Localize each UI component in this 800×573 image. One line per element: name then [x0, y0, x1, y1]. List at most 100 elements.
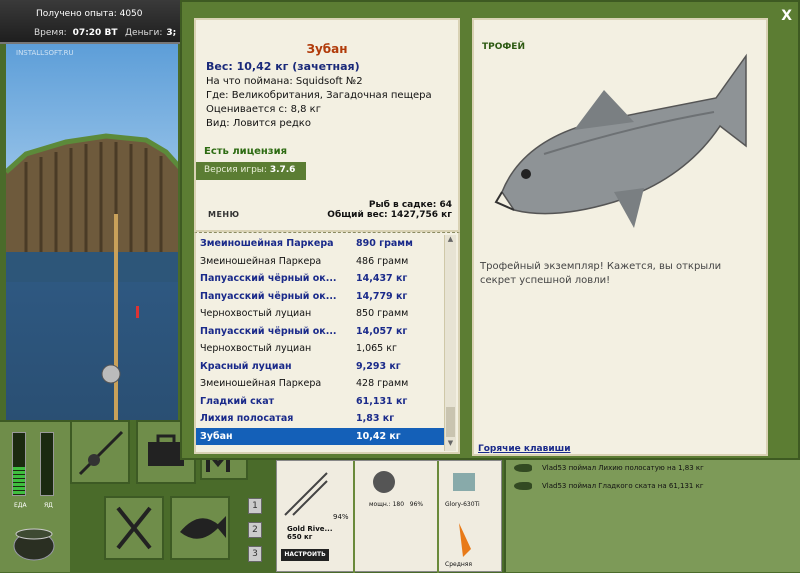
catch-list[interactable]: Змеиношейная Паркера 890 грамм Змеиношейна…	[196, 235, 446, 445]
catch-fish-name: Чернохвостый луциан	[200, 343, 312, 355]
food-slot[interactable]	[104, 496, 164, 560]
line-name: Glory-630Ti	[445, 501, 480, 508]
fish-icon	[514, 464, 532, 472]
catch-fish-name: Змеиношейная Паркера	[200, 378, 322, 390]
catch-list-row[interactable]: Красный луциан 9,293 кг	[196, 358, 446, 376]
rod-name-text: Gold Rive...	[287, 525, 333, 533]
poison-label: ЯД	[44, 502, 53, 509]
catch-list-row[interactable]: Змеиношейная Паркера 486 грамм	[196, 253, 446, 271]
scroll-up-icon[interactable]: ▲	[446, 235, 455, 243]
chat-message: Vlad53 поймал Гладкого ската на 61,131 к…	[514, 482, 704, 490]
catch-fish-name: Лихия полосатая	[200, 413, 294, 425]
catch-fish-weight: 14,779 кг	[356, 290, 408, 302]
reel-durability: 96%	[409, 501, 424, 508]
catch-fish-name: Гладкий скат	[200, 395, 275, 407]
location-text: Где: Великобритания, Загадочная пещера	[206, 90, 432, 101]
catch-list-row[interactable]: Гладкий скат 61,131 кг	[196, 393, 446, 411]
chat-message-text: Vlad53 поймал Лихию полосатую на 1,83 кг	[542, 464, 704, 472]
close-button[interactable]: X	[781, 8, 792, 24]
food-label: ЕДА	[14, 502, 27, 509]
reel-icon[interactable]	[369, 467, 399, 497]
reel-power: мощн.: 180 96%	[369, 501, 423, 508]
poison-meter	[40, 432, 54, 496]
catch-list-panel: Змеиношейная Паркера 890 грамм Змеиношейна…	[194, 232, 460, 454]
catch-details-dialog: X Зубан Вес: 10,42 кг (зачетная) На что …	[180, 0, 800, 460]
catch-list-row[interactable]: Папуасский чёрный ок... 14,057 кг	[196, 323, 446, 341]
hotkeys-link[interactable]: Горячие клавиши	[478, 444, 571, 454]
fish-image	[494, 53, 747, 228]
time-readout: Время: 07:20 ВТ	[34, 28, 117, 38]
line-spool-icon[interactable]	[449, 467, 479, 497]
fish-info-card: Зубан Вес: 10,42 кг (зачетная) На что по…	[194, 18, 460, 232]
catch-list-row[interactable]: Зубан 10,42 кг	[196, 427, 446, 445]
rod-icon	[284, 472, 328, 516]
lure-icon[interactable]	[449, 519, 479, 559]
rod-slot[interactable]	[70, 420, 130, 484]
money-label: Деньги:	[125, 28, 163, 38]
catch-fish-name: Зубан	[200, 430, 233, 442]
catch-stats: Рыб в садке: 64 Общий вес: 1427,756 кг	[327, 200, 452, 220]
rod-weight: 650 кг	[287, 533, 313, 541]
catch-fish-weight: 428 грамм	[356, 378, 409, 390]
food-meter-fill	[13, 467, 25, 495]
cutlery-icon	[116, 506, 152, 550]
fish-count: Рыб в садке: 64	[368, 200, 452, 210]
slot-number-3[interactable]: 3	[248, 546, 262, 562]
species-text: Вид: Ловится редко	[206, 118, 311, 129]
catch-fish-name: Папуасский чёрный ок...	[200, 290, 337, 302]
fish-name-title: Зубан	[306, 42, 348, 56]
slot-number-1[interactable]: 1	[248, 498, 262, 514]
scroll-down-icon[interactable]: ▼	[446, 439, 455, 447]
catch-fish-weight: 890 грамм	[356, 238, 413, 250]
slot-number-2[interactable]: 2	[248, 522, 262, 538]
trophy-card: ТРОФЕЙ Трофейный экземпляр! Кажется, вы …	[472, 18, 768, 456]
divider	[353, 461, 355, 573]
trophy-description: Трофейный экземпляр! Кажется, вы открыли…	[480, 261, 722, 286]
experience-text: Получено опыта: 4050	[36, 9, 143, 19]
catch-list-row[interactable]: Чернохвостый луциан 1,065 кг	[196, 340, 446, 358]
money-readout: Деньги: 3;	[125, 28, 176, 38]
rod-name: Gold Rive... 650 кг	[287, 525, 332, 541]
catch-fish-name: Чернохвостый луциан	[200, 308, 312, 320]
chat-log: Vlad53 поймал Лихию полосатую на 1,83 кг…	[504, 460, 800, 572]
scroll-thumb[interactable]	[446, 407, 455, 437]
food-meter	[12, 432, 26, 496]
rod-reel-icon	[78, 430, 124, 476]
catch-list-row[interactable]: Папуасский чёрный ок... 14,779 кг	[196, 288, 446, 306]
catch-fish-weight: 10,42 кг	[356, 430, 401, 442]
total-weight: Общий вес: 1427,756 кг	[327, 210, 452, 220]
watermark: INSTALLSOFT.RU	[16, 49, 74, 57]
catch-fish-weight: 1,065 кг	[356, 343, 397, 355]
time-label: Время:	[34, 28, 67, 38]
catch-list-row[interactable]: Змеиношейная Паркера 890 грамм	[196, 235, 446, 253]
version-badge: Версия игры: 3.7.6	[196, 162, 306, 180]
license-status: Есть лицензия	[204, 146, 288, 157]
version-label: Версия игры:	[204, 165, 267, 175]
catch-list-row[interactable]: Лихия полосатая 1,83 кг	[196, 410, 446, 428]
catch-fish-name: Папуасский чёрный ок...	[200, 325, 337, 337]
time-value: 07:20 ВТ	[72, 28, 118, 38]
catch-fish-weight: 850 грамм	[356, 308, 409, 320]
reel-power-text: мощн.: 180	[369, 501, 405, 508]
catch-fish-weight: 61,131 кг	[356, 395, 408, 407]
scrollbar[interactable]: ▲ ▼	[444, 235, 456, 451]
status-meters-panel: ЕДА ЯД	[0, 420, 70, 572]
fish-icon	[514, 482, 532, 490]
fish-slot[interactable]	[170, 496, 230, 560]
setup-button[interactable]: НАСТРОИТЬ	[281, 549, 329, 561]
cauldron-icon[interactable]	[10, 520, 58, 564]
catch-list-row[interactable]: Змеиношейная Паркера 428 грамм	[196, 375, 446, 393]
catch-fish-name: Папуасский чёрный ок...	[200, 273, 337, 285]
catch-fish-name: Красный луциан	[200, 360, 292, 372]
chat-message: Vlad53 поймал Лихию полосатую на 1,83 кг	[514, 464, 704, 472]
catch-list-row[interactable]: Чернохвостый луциан 850 грамм	[196, 305, 446, 323]
money-value: 3;	[166, 28, 177, 38]
version-value: 3.7.6	[269, 165, 296, 175]
catch-fish-name: Змеиношейная Паркера	[200, 255, 322, 267]
menu-button[interactable]: МЕНЮ	[208, 210, 240, 219]
estimated-text: Оценивается с: 8,8 кг	[206, 104, 321, 115]
bait-level: Средняя	[445, 561, 472, 568]
catch-list-row[interactable]: Папуасский чёрный ок... 14,437 кг	[196, 270, 446, 288]
catch-fish-weight: 14,437 кг	[356, 273, 408, 285]
fishing-scene[interactable]: INSTALLSOFT.RU	[6, 44, 178, 420]
